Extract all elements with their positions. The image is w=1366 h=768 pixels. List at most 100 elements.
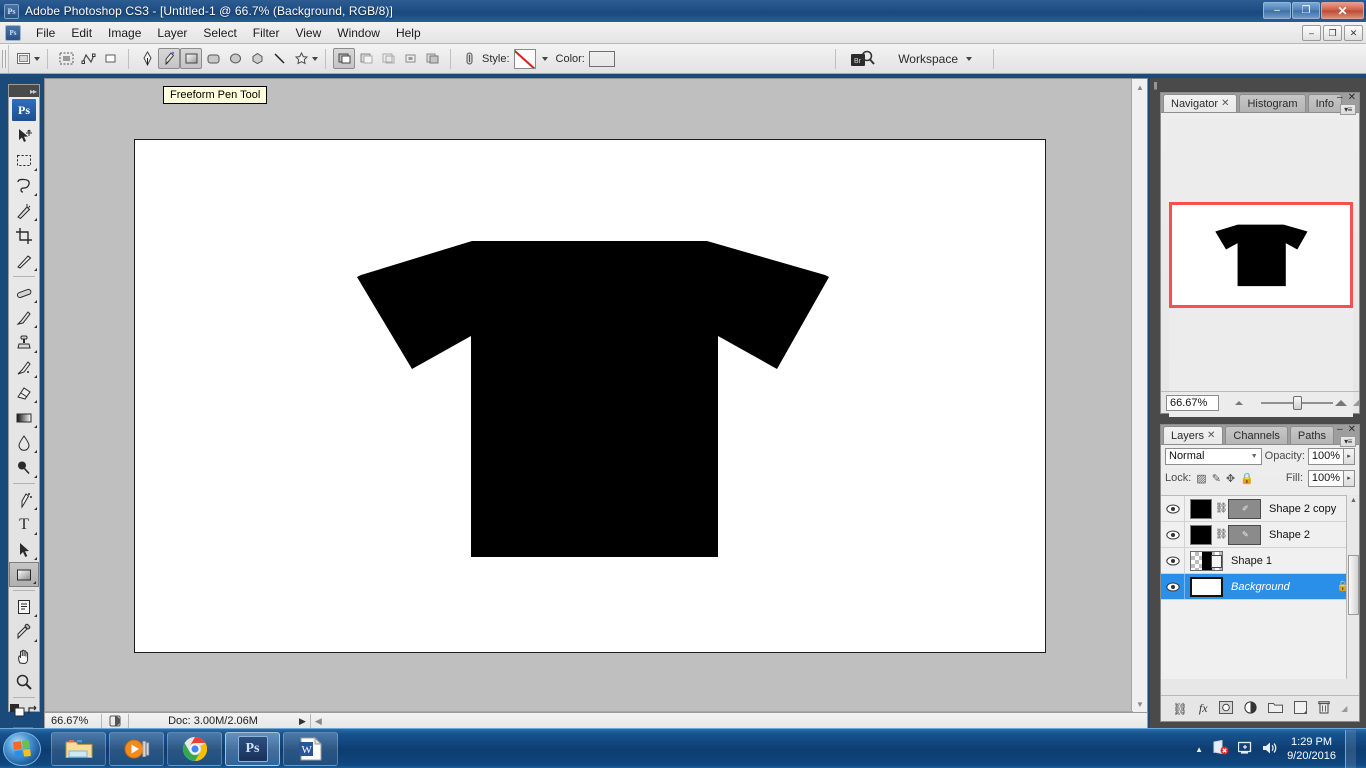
blur-tool[interactable] — [9, 430, 39, 455]
tool-preset-chevron-down-icon[interactable] — [34, 56, 40, 61]
menu-window[interactable]: Window — [329, 23, 388, 43]
layer-vector-mask-thumbnail[interactable]: ✎ — [1228, 524, 1261, 545]
menu-layer[interactable]: Layer — [149, 23, 195, 43]
show-hidden-icons-arrow[interactable]: ▲ — [1195, 745, 1203, 754]
rounded-rectangle-tool-button[interactable] — [202, 48, 224, 69]
delete-layer-icon[interactable] — [1318, 700, 1330, 717]
rectangle-shape-tool[interactable] — [9, 562, 39, 587]
tab-navigator[interactable]: Navigator ✕ — [1163, 94, 1238, 112]
status-zoom-level[interactable]: 66.67% — [45, 715, 97, 727]
document-close-button[interactable]: ✕ — [1344, 25, 1363, 41]
clone-stamp-tool[interactable] — [9, 330, 39, 355]
freeform-pen-tool-button[interactable] — [158, 48, 180, 69]
taskbar-microsoft-word[interactable]: W — [283, 731, 338, 766]
taskbar-media-player[interactable] — [109, 731, 164, 766]
layer-thumbnail[interactable] — [1190, 576, 1223, 597]
toolbox-collapse-handle[interactable]: ▸▸ — [9, 85, 39, 97]
fill-stepper[interactable]: ▸ — [1344, 469, 1355, 487]
opacity-input[interactable]: 100% — [1308, 447, 1344, 465]
eyedropper-tool[interactable] — [9, 619, 39, 644]
tab-paths[interactable]: Paths — [1289, 426, 1335, 444]
tool-preset-picker[interactable] — [12, 48, 34, 69]
options-bar-grip[interactable] — [0, 44, 9, 73]
navigator-panel-menu-icon[interactable]: ▾≡ — [1340, 104, 1356, 115]
table-row[interactable]: ⛓ ✐ Shape 2 copy — [1161, 496, 1359, 522]
maximize-button[interactable]: ❐ — [1292, 2, 1320, 19]
menu-edit[interactable]: Edit — [63, 23, 100, 43]
dodge-tool[interactable] — [9, 455, 39, 480]
style-preset-swatch[interactable] — [513, 48, 536, 69]
minimize-button[interactable]: – — [1263, 2, 1291, 19]
layer-link-icon[interactable]: ⛓ — [1215, 529, 1228, 540]
scroll-up-arrow-icon[interactable]: ▲ — [1350, 497, 1357, 504]
path-selection-tool[interactable] — [9, 537, 39, 562]
navigator-resize-grip[interactable]: ◢ — [1353, 398, 1359, 407]
custom-shape-tool-button[interactable] — [290, 48, 312, 69]
shape-options-chevron-down-icon[interactable] — [312, 56, 318, 61]
layer-thumbnail[interactable] — [1190, 524, 1212, 545]
table-row[interactable]: Background 🔒 — [1161, 574, 1359, 600]
lasso-tool[interactable] — [9, 173, 39, 198]
taskbar-google-chrome[interactable] — [167, 731, 222, 766]
link-layers-icon[interactable]: ⛓ — [1173, 702, 1188, 716]
layer-name[interactable]: Background — [1231, 581, 1337, 593]
layers-panel-menu-icon[interactable]: ▾≡ — [1340, 436, 1356, 447]
layers-list[interactable]: ⛓ ✐ Shape 2 copy ⛓ ✎ Shape 2 Shape 1 Bac… — [1161, 495, 1359, 679]
layers-list-scrollbar[interactable]: ▲ — [1346, 495, 1359, 679]
ellipse-tool-button[interactable] — [224, 48, 246, 69]
start-button[interactable] — [3, 731, 41, 766]
layers-close-icon[interactable]: ✕ — [1348, 424, 1356, 435]
action-center-icon[interactable] — [1237, 741, 1253, 758]
new-group-icon[interactable] — [1267, 701, 1283, 716]
layers-panel-resize-grip[interactable]: ◢ — [1341, 704, 1347, 713]
show-desktop-button[interactable] — [1345, 730, 1356, 768]
layer-visibility-eye-icon[interactable] — [1161, 574, 1185, 599]
layer-vector-mask-thumbnail[interactable]: ✐ — [1228, 498, 1261, 519]
close-icon[interactable]: ✕ — [1221, 98, 1229, 109]
pen-tool-button[interactable] — [136, 48, 158, 69]
document-canvas-area[interactable]: ▲ ▼ ◀ ▶ — [44, 78, 1148, 728]
navigator-close-icon[interactable]: ✕ — [1348, 92, 1356, 103]
canvas-vertical-scrollbar[interactable]: ▲ ▼ — [1131, 79, 1147, 713]
menu-image[interactable]: Image — [100, 23, 149, 43]
chevron-down-icon[interactable]: ▼ — [1251, 453, 1258, 460]
line-tool-button[interactable] — [268, 48, 290, 69]
workspace-label[interactable]: Workspace — [898, 52, 958, 66]
style-chevron-down-icon[interactable] — [541, 56, 548, 61]
layer-thumbnail[interactable] — [1190, 550, 1223, 571]
adjustment-layer-icon[interactable] — [1244, 700, 1257, 717]
slider-thumb[interactable] — [1292, 395, 1302, 410]
lock-position-icon[interactable]: ✥ — [1226, 472, 1235, 485]
layers-minimize-icon[interactable]: – — [1337, 424, 1343, 435]
taskbar-photoshop[interactable]: Ps — [225, 731, 280, 766]
shape-layers-button[interactable] — [55, 48, 77, 69]
volume-icon[interactable] — [1262, 741, 1278, 758]
new-layer-icon[interactable] — [1294, 700, 1307, 717]
fill-pixels-button[interactable] — [99, 48, 121, 69]
blend-mode-select[interactable]: Normal ▼ — [1165, 447, 1262, 465]
lock-all-icon[interactable]: 🔒 — [1240, 472, 1254, 485]
table-row[interactable]: Shape 1 — [1161, 548, 1359, 574]
taskbar-clock[interactable]: 1:29 PM 9/20/2016 — [1287, 735, 1336, 763]
layer-visibility-eye-icon[interactable] — [1161, 522, 1185, 547]
magic-wand-tool[interactable] — [9, 198, 39, 223]
intersect-shape-areas-button[interactable] — [377, 48, 399, 69]
workspace-chevron-down-icon[interactable] — [966, 56, 972, 61]
navigator-zoom-input[interactable]: 66.67% — [1166, 394, 1219, 411]
status-expand-arrow-icon[interactable]: ▶ — [299, 716, 306, 727]
menu-help[interactable]: Help — [388, 23, 429, 43]
history-brush-tool[interactable] — [9, 355, 39, 380]
notes-tool[interactable] — [9, 594, 39, 619]
opacity-stepper[interactable]: ▸ — [1344, 447, 1355, 465]
status-collapse-arrow-icon[interactable]: ◀ — [315, 716, 322, 727]
fill-input[interactable]: 100% — [1308, 469, 1344, 487]
layer-mask-icon[interactable] — [1218, 700, 1233, 717]
layer-visibility-eye-icon[interactable] — [1161, 548, 1185, 573]
rectangle-tool-button[interactable] — [180, 48, 202, 69]
tab-layers[interactable]: Layers ✕ — [1163, 426, 1224, 444]
layer-style-icon[interactable]: fx — [1199, 701, 1208, 716]
add-to-shape-area-button[interactable] — [333, 48, 355, 69]
layer-visibility-eye-icon[interactable] — [1161, 496, 1185, 521]
rectangular-marquee-tool[interactable] — [9, 148, 39, 173]
subtract-from-shape-area-button[interactable] — [355, 48, 377, 69]
